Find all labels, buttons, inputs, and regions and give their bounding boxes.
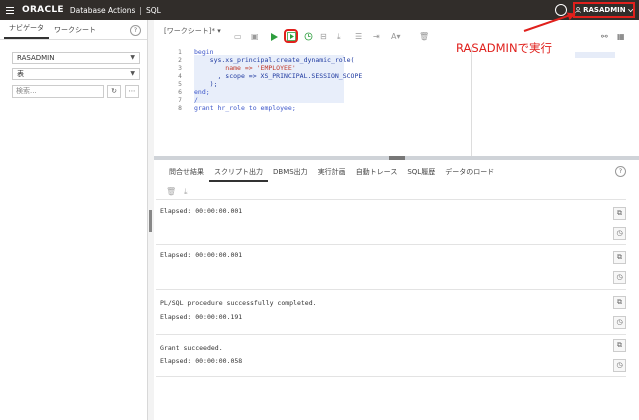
clock-icon[interactable]: ◷ (613, 271, 626, 284)
section-name: SQL (145, 5, 161, 15)
tab-script-output[interactable]: スクリプト出力 (209, 165, 268, 182)
navigator-tabs: ナビゲータ ワークシート ? (0, 20, 147, 40)
output-line: Grant succeeded. (160, 344, 223, 352)
code-line: / (194, 96, 198, 104)
line-number: 8 (178, 105, 182, 112)
tab-explain-plan[interactable]: 実行計画 (313, 165, 351, 182)
search-input[interactable]: 検索... (12, 85, 104, 98)
object-type-value: 表 (17, 70, 24, 78)
product-name: Database Actions (69, 5, 136, 15)
help-icon[interactable]: ? (555, 4, 567, 16)
navigator-panel: ナビゲータ ワークシート ? (0, 20, 148, 420)
line-number: 3 (178, 65, 182, 72)
run-script-highlight (284, 29, 298, 43)
clock-icon[interactable]: ◷ (613, 227, 626, 240)
output-divider (156, 244, 626, 245)
editor-minimap-divider (471, 47, 472, 156)
explain-plan-icon[interactable] (304, 32, 313, 41)
user-menu-button[interactable]: RASADMIN (573, 2, 635, 18)
open-icon[interactable]: ▭ (234, 33, 242, 41)
code-editor[interactable]: begin sys.xs_principal.create_dynamic_ro… (194, 47, 470, 156)
clear-icon[interactable]: ⇥ (373, 33, 380, 41)
oracle-logo: ORACLE (22, 5, 64, 15)
panel-resize-handle[interactable] (149, 210, 152, 232)
object-type-select[interactable]: 表 ▼ (12, 68, 140, 80)
binoculars-icon[interactable]: ⚯ (601, 33, 608, 41)
line-number: 7 (178, 97, 182, 104)
editor-minimap[interactable] (575, 52, 615, 58)
copy-icon[interactable]: ⧉ (613, 207, 626, 220)
schema-select[interactable]: RASADMIN ▼ (12, 52, 140, 64)
run-statement-icon[interactable] (271, 33, 278, 41)
user-icon (575, 7, 581, 13)
refresh-button[interactable]: ↻ (107, 85, 121, 98)
output-divider (156, 289, 626, 290)
schema-select-value: RASADMIN (17, 54, 55, 62)
format-icon[interactable]: ☰ (355, 33, 362, 41)
brand-separator: | (139, 5, 142, 15)
output-divider (156, 334, 626, 335)
more-options-button[interactable]: ⋯ (125, 85, 139, 98)
line-number: 5 (178, 81, 182, 88)
text-case-icon[interactable]: A▾ (391, 33, 401, 41)
code-line: , scope => XS_PRINCIPAL.SESSION_SCOPE (194, 72, 363, 80)
tab-dbms-output[interactable]: DBMS出力 (268, 165, 313, 182)
navigator-help-icon[interactable]: ? (130, 25, 141, 36)
autotrace-icon[interactable]: ⊟ (320, 33, 327, 41)
results-divider (156, 199, 626, 200)
chevron-down-icon (627, 8, 633, 12)
caret-down-icon: ▼ (130, 54, 135, 61)
copy-icon[interactable]: ⧉ (613, 339, 626, 352)
grid-icon[interactable]: ▦ (617, 33, 625, 41)
clock-icon[interactable]: ◷ (613, 316, 626, 329)
tab-data-load[interactable]: データのロード (440, 165, 499, 182)
output-divider (156, 376, 626, 377)
output-line: Elapsed: 00:00:00.001 (160, 207, 243, 215)
line-number: 4 (178, 73, 182, 80)
output-line: Elapsed: 00:00:00.058 (160, 357, 243, 365)
code-line: ); (194, 80, 218, 88)
line-number: 6 (178, 89, 182, 96)
line-number: 2 (178, 57, 182, 64)
trash-icon[interactable]: 🗑 (419, 33, 429, 41)
download-icon[interactable]: ⤓ (184, 187, 188, 197)
hamburger-menu-icon[interactable] (0, 0, 20, 20)
save-icon[interactable]: ▣ (251, 33, 259, 41)
copy-icon[interactable]: ⧉ (613, 296, 626, 309)
code-line: begin (194, 48, 214, 56)
trash-icon[interactable]: 🗑 (166, 187, 176, 196)
clock-icon[interactable]: ◷ (613, 359, 626, 372)
output-line: PL/SQL procedure successfully completed. (160, 299, 317, 307)
copy-icon[interactable]: ⧉ (613, 251, 626, 264)
code-line: sys.xs_principal.create_dynamic_role( (194, 56, 355, 64)
annotation-text: RASADMINで実行 (456, 41, 553, 55)
caret-down-icon: ▼ (130, 70, 135, 77)
output-line: Elapsed: 00:00:00.001 (160, 251, 243, 259)
line-number: 1 (178, 49, 182, 56)
results-tabs: 問合せ結果 スクリプト出力 DBMS出力 実行計画 自動トレース SQL履歴 デ… (164, 165, 499, 182)
tab-autotrace[interactable]: 自動トレース (351, 165, 403, 182)
user-name: RASADMIN (583, 6, 626, 14)
results-help-icon[interactable]: ? (615, 166, 626, 177)
tab-navigator[interactable]: ナビゲータ (4, 23, 49, 39)
code-line: end; (194, 88, 210, 96)
worksheet-name[interactable]: [ワークシート]* ▾ (164, 26, 221, 36)
top-bar: ORACLE Database Actions | SQL (0, 0, 639, 20)
line-number-gutter: 1 2 3 4 5 6 7 8 (154, 47, 186, 156)
code-line: grant hr_role to employee; (194, 104, 296, 112)
tab-sql-history[interactable]: SQL履歴 (402, 165, 440, 182)
tab-worksheet[interactable]: ワークシート (49, 25, 101, 39)
download-icon[interactable]: ⤓ (337, 33, 341, 41)
code-line: name => 'EMPLOYEE' (194, 64, 296, 72)
tab-query-result[interactable]: 問合せ結果 (164, 165, 209, 182)
output-line: Elapsed: 00:00:00.191 (160, 313, 243, 321)
